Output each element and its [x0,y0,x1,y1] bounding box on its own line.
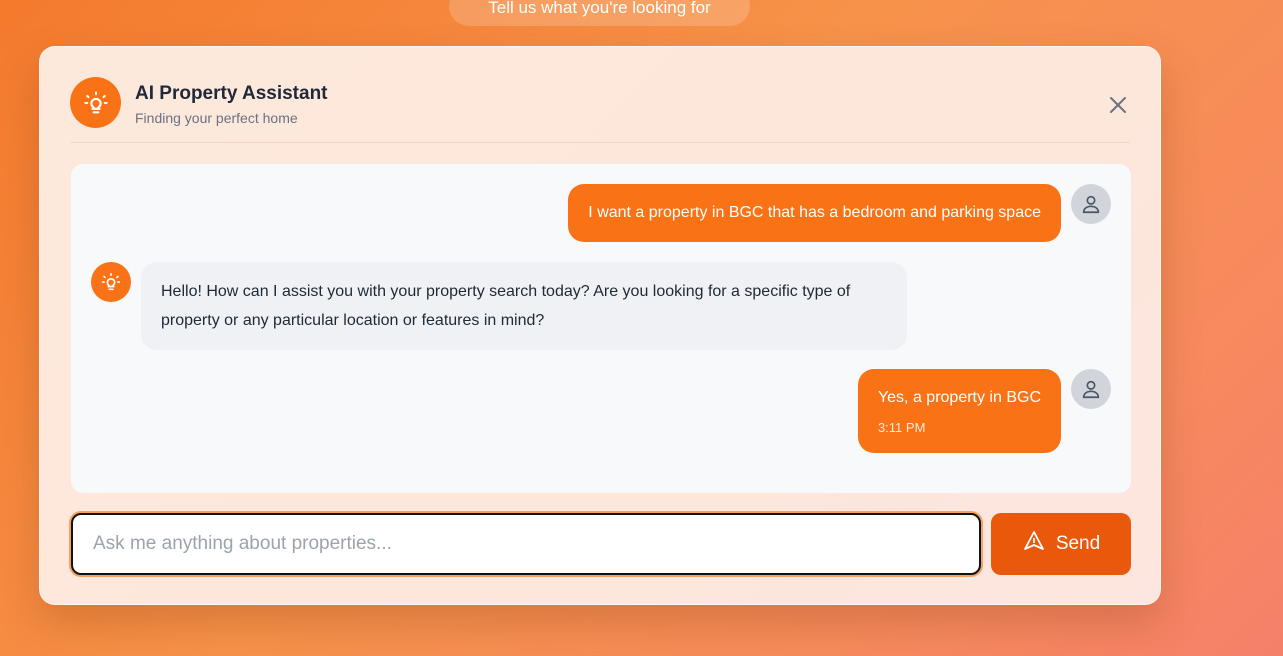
message-timestamp: 3:11 PM [877,420,926,435]
send-button[interactable]: Send [991,513,1131,575]
user-icon [1071,369,1111,409]
message-text: Hello! How can I assist you with your pr… [161,283,851,329]
message-input[interactable] [73,515,979,573]
close-icon[interactable] [1106,93,1130,117]
user-message: Yes, a property in BGC 3:11 PM [857,369,1061,453]
message-input-field[interactable] [71,513,981,575]
assistant-header: AI Property Assistant Finding your perfe… [70,77,1130,143]
lightbulb-icon [91,262,131,302]
assistant-panel: AI Property Assistant Finding your perfe… [39,46,1161,605]
lightbulb-icon [70,77,121,128]
hint-pill[interactable]: Tell us what you're looking for [449,0,750,26]
message-text: Yes, a property in BGC [877,389,1041,406]
message-text: I want a property in BGC that has a bedr… [588,204,1041,221]
assistant-subtitle: Finding your perfect home [135,110,298,126]
send-label: Send [1055,533,1101,554]
user-icon [1071,184,1111,224]
chat-area[interactable]: I want a property in BGC that has a bedr… [71,164,1131,493]
assistant-message: Hello! How can I assist you with your pr… [141,262,907,350]
send-icon [1022,529,1046,559]
user-message: I want a property in BGC that has a bedr… [568,184,1061,242]
assistant-title: AI Property Assistant [135,83,328,104]
